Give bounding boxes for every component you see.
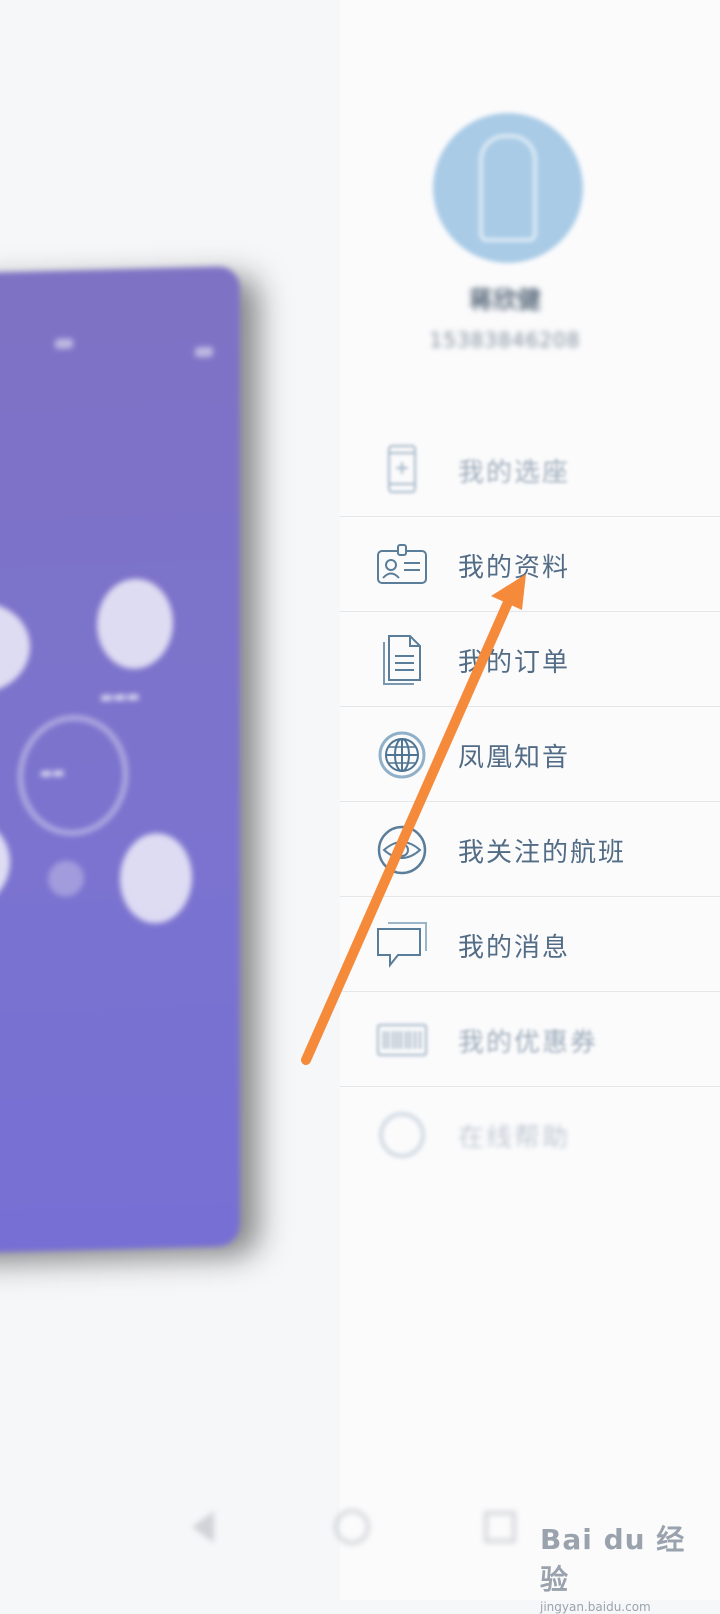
nav-home-icon[interactable] [330,1505,374,1549]
baidu-jingyan-watermark: Bai du 经验 jingyan.baidu.com [540,1518,710,1614]
annotation-arrow [301,574,526,1065]
nav-back-icon[interactable] [182,1505,226,1549]
watermark-main: Bai du 经验 [540,1523,686,1596]
arrow-shaft [301,595,514,1065]
watermark-sub: jingyan.baidu.com [540,1600,651,1614]
nav-recents-icon[interactable] [478,1505,522,1549]
